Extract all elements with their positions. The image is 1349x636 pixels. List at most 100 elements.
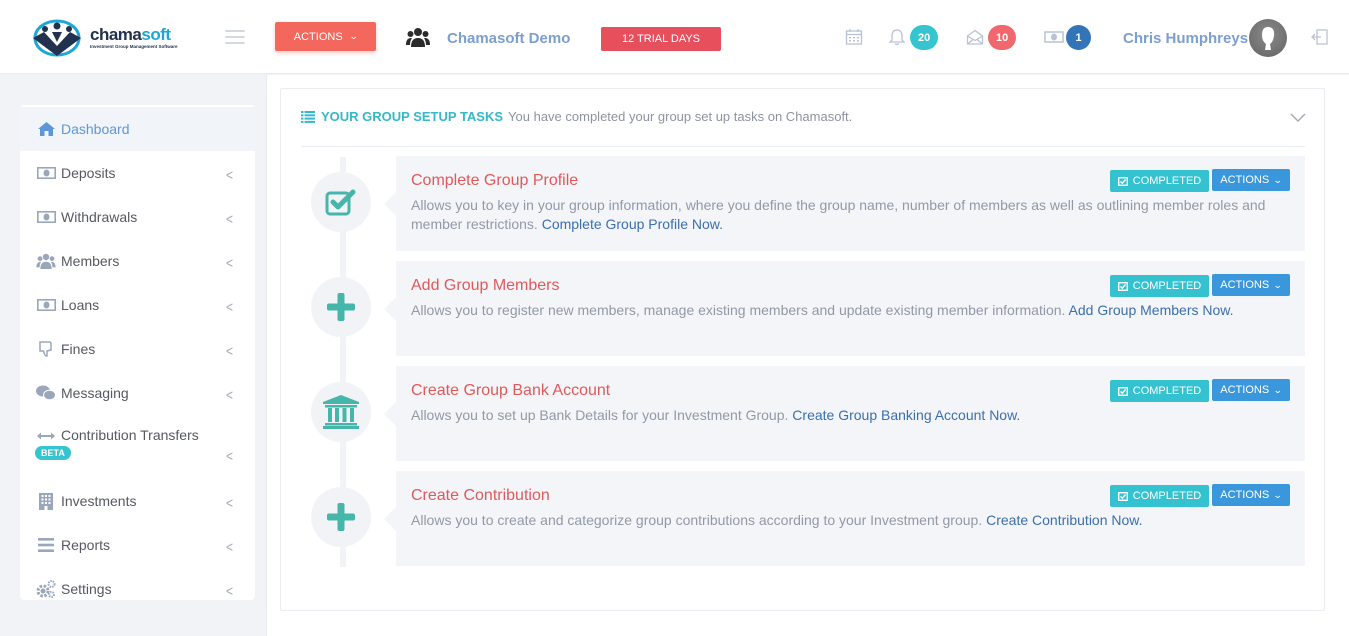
check-square-icon — [1117, 386, 1128, 396]
chevron-left-icon: < — [225, 342, 233, 360]
sidebar-item-investments[interactable]: Investments < — [20, 479, 255, 523]
task-icon-circle — [311, 487, 371, 547]
task-title[interactable]: Create Contribution — [411, 487, 550, 505]
task-actions-button[interactable]: ACTIONS ⌄ — [1212, 484, 1290, 506]
building-icon — [36, 492, 56, 510]
wechat-icon — [36, 385, 56, 401]
sidebar-item-withdrawals[interactable]: Withdrawals < — [20, 195, 255, 239]
completed-button[interactable]: COMPLETED — [1110, 170, 1209, 192]
users-icon — [36, 253, 56, 269]
bank-icon — [323, 395, 359, 429]
arrows-h-icon — [36, 428, 56, 444]
divider — [301, 146, 1305, 147]
task-icon-circle — [311, 277, 371, 337]
chevron-left-icon: < — [225, 582, 233, 600]
home-icon — [36, 121, 56, 137]
sidebar-item-loans[interactable]: Loans < — [20, 283, 255, 327]
beta-badge: BETA — [35, 446, 71, 460]
task-description: Allows you to key in your group informat… — [411, 197, 1266, 232]
money-icon — [36, 165, 56, 181]
task-description: Allows you to register new members, mana… — [411, 302, 1234, 318]
task-link[interactable]: Complete Group Profile Now. — [542, 216, 723, 232]
task-card: Add Group Members Allows you to register… — [384, 261, 1305, 356]
notifications-count-badge[interactable]: 20 — [910, 25, 939, 50]
bars-icon — [36, 537, 56, 553]
users-icon — [406, 28, 430, 47]
setup-tasks-portlet: YOUR GROUP SETUP TASKS You have complete… — [280, 88, 1325, 611]
chevron-left-icon: < — [225, 254, 233, 272]
task-description: Allows you to set up Bank Details for yo… — [411, 407, 1021, 423]
sidebar-item-reports[interactable]: Reports < — [20, 523, 255, 567]
task-title[interactable]: Complete Group Profile — [411, 172, 578, 190]
sidebar-area: Dashboard Deposits < Withdrawals < Membe… — [0, 75, 266, 636]
plus-icon — [327, 293, 355, 321]
check-square-icon — [1117, 281, 1128, 291]
logo-tagline: Investment Group Management Software — [90, 44, 178, 50]
task-title[interactable]: Create Group Bank Account — [411, 382, 610, 400]
chevron-down-icon[interactable] — [1290, 113, 1306, 123]
completed-button[interactable]: COMPLETED — [1110, 275, 1209, 297]
messages-count-badge[interactable]: 10 — [988, 25, 1017, 50]
chevron-left-icon: < — [225, 386, 233, 404]
sidebar-item-messaging[interactable]: Messaging < — [20, 371, 255, 415]
logo[interactable]: chamasoft Investment Group Management So… — [30, 18, 178, 58]
chevron-left-icon: < — [225, 538, 233, 556]
user-name[interactable]: Chris Humphreys — [1123, 30, 1248, 47]
cogs-icon — [36, 580, 56, 598]
envelope-open-icon[interactable] — [966, 28, 984, 46]
trial-days-badge[interactable]: 12 TRIAL DAYS — [601, 27, 721, 51]
chevron-left-icon: < — [225, 166, 233, 184]
group-name[interactable]: Chamasoft Demo — [447, 30, 570, 47]
chevron-left-icon: < — [225, 494, 233, 512]
money-icon[interactable] — [1044, 28, 1064, 46]
task-card: Complete Group Profile Allows you to key… — [384, 156, 1305, 251]
logout-icon[interactable] — [1311, 28, 1329, 46]
chevron-down-icon: ⌄ — [1273, 384, 1283, 395]
portlet-subtitle: You have completed your group set up tas… — [508, 109, 853, 124]
sidebar-item-contribution-transfers[interactable]: Contribution Transfers BETA < — [20, 415, 255, 479]
logo-name: chamasoft — [90, 25, 171, 45]
calendar-icon[interactable] — [845, 28, 863, 46]
sidebar-item-settings[interactable]: Settings < — [20, 567, 255, 600]
task-actions-button[interactable]: ACTIONS ⌄ — [1212, 379, 1290, 401]
completed-button[interactable]: COMPLETED — [1110, 485, 1209, 507]
sidebar-item-dashboard[interactable]: Dashboard — [20, 107, 255, 151]
task-card: Create Contribution Allows you to create… — [384, 471, 1305, 566]
sidebar: Dashboard Deposits < Withdrawals < Membe… — [20, 105, 255, 600]
chevron-down-icon: ⌄ — [1273, 279, 1283, 290]
task-link[interactable]: Add Group Members Now. — [1069, 302, 1234, 318]
money-icon — [36, 297, 56, 313]
task-link[interactable]: Create Group Banking Account Now. — [792, 407, 1020, 423]
thumbs-down-icon — [36, 341, 56, 357]
sidebar-item-members[interactable]: Members < — [20, 239, 255, 283]
plus-icon — [327, 503, 355, 531]
list-icon — [301, 110, 315, 123]
task-link[interactable]: Create Contribution Now. — [986, 512, 1142, 528]
menu-toggle-icon[interactable] — [225, 30, 245, 44]
bell-icon[interactable] — [888, 28, 906, 46]
task-description: Allows you to create and categorize grou… — [411, 512, 1143, 528]
logo-icon — [33, 19, 81, 57]
task-actions-button[interactable]: ACTIONS ⌄ — [1212, 274, 1290, 296]
check-square-icon — [1117, 176, 1128, 186]
chevron-left-icon: < — [225, 447, 233, 465]
chevron-left-icon: < — [225, 210, 233, 228]
completed-button[interactable]: COMPLETED — [1110, 380, 1209, 402]
money-icon — [36, 209, 56, 225]
portlet-header: YOUR GROUP SETUP TASKS You have complete… — [301, 109, 852, 124]
task-card: Create Group Bank Account Allows you to … — [384, 366, 1305, 461]
portlet-title: YOUR GROUP SETUP TASKS — [321, 109, 504, 124]
payments-count-badge[interactable]: 1 — [1066, 25, 1091, 50]
check-square-icon — [1117, 491, 1128, 501]
task-title[interactable]: Add Group Members — [411, 277, 560, 295]
header-actions-button[interactable]: ACTIONS ⌄ — [275, 22, 376, 51]
chevron-down-icon: ⌄ — [1273, 489, 1283, 500]
task-actions-button[interactable]: ACTIONS ⌄ — [1212, 169, 1290, 191]
chevron-down-icon: ⌄ — [348, 31, 359, 41]
user-silhouette-icon — [1262, 27, 1275, 50]
sidebar-item-fines[interactable]: Fines < — [20, 327, 255, 371]
sidebar-item-deposits[interactable]: Deposits < — [20, 151, 255, 195]
avatar[interactable] — [1249, 19, 1287, 57]
task-icon-circle — [311, 382, 371, 442]
top-header: chamasoft Investment Group Management So… — [0, 0, 1349, 74]
